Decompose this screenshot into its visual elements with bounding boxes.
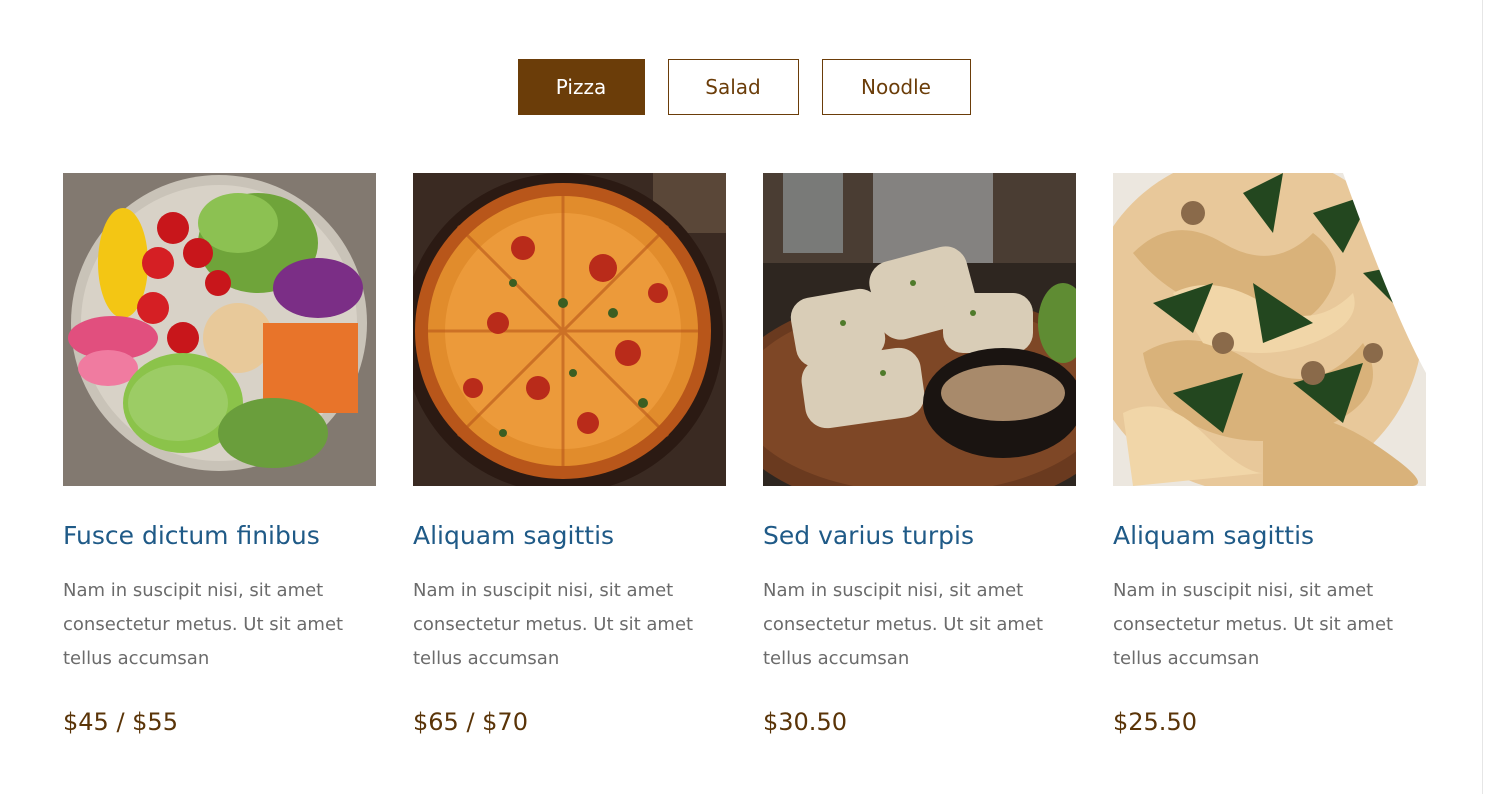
scrollbar-track[interactable] bbox=[1482, 0, 1496, 794]
salad-bowl-image[interactable] bbox=[63, 173, 376, 486]
card-description: Nam in suscipit nisi, sit amet consectet… bbox=[63, 580, 344, 669]
card-title[interactable]: Fusce dictum finibus bbox=[63, 520, 376, 552]
category-tabs: Pizza Salad Noodle bbox=[0, 59, 1496, 115]
card-title[interactable]: Aliquam sagittis bbox=[413, 520, 726, 552]
menu-grid: Fusce dictum finibus Nam in suscipit nis… bbox=[63, 173, 1426, 738]
card-price: $65 / $70 bbox=[413, 708, 528, 736]
pasta-image[interactable] bbox=[1113, 173, 1426, 486]
grilled-squid-image[interactable] bbox=[763, 173, 1076, 486]
tab-pizza[interactable]: Pizza bbox=[517, 59, 645, 115]
card-price: $30.50 bbox=[763, 708, 847, 736]
menu-card: Fusce dictum finibus Nam in suscipit nis… bbox=[63, 173, 376, 738]
menu-card: Aliquam sagittis Nam in suscipit nisi, s… bbox=[413, 173, 726, 738]
tab-noodle[interactable]: Noodle bbox=[821, 59, 971, 115]
card-title[interactable]: Sed varius turpis bbox=[763, 520, 1076, 552]
card-description: Nam in suscipit nisi, sit amet consectet… bbox=[413, 580, 694, 669]
card-title[interactable]: Aliquam sagittis bbox=[1113, 520, 1426, 552]
pizza-image[interactable] bbox=[413, 173, 726, 486]
menu-card: Aliquam sagittis Nam in suscipit nisi, s… bbox=[1113, 173, 1426, 738]
card-price: $45 / $55 bbox=[63, 708, 178, 736]
menu-section: Pizza Salad Noodle Fusce dictum finibus … bbox=[0, 0, 1496, 794]
card-description: Nam in suscipit nisi, sit amet consectet… bbox=[763, 580, 1044, 669]
tab-salad[interactable]: Salad bbox=[667, 59, 799, 115]
card-price: $25.50 bbox=[1113, 708, 1197, 736]
card-description: Nam in suscipit nisi, sit amet consectet… bbox=[1113, 580, 1394, 669]
menu-card: Sed varius turpis Nam in suscipit nisi, … bbox=[763, 173, 1076, 738]
